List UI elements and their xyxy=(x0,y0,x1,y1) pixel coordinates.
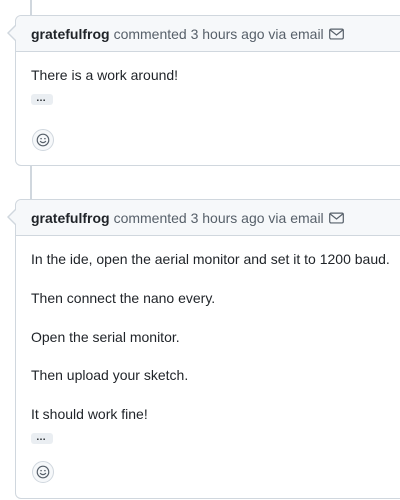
comment-body: There is a work around! … xyxy=(16,52,400,109)
comment-body-line: Then upload your sketch. xyxy=(31,367,189,384)
comment-author[interactable]: gratefulfrog xyxy=(31,26,110,42)
mail-icon xyxy=(328,211,344,224)
smiley-icon xyxy=(36,133,50,147)
comment-meta: commented 3 hours ago via email xyxy=(113,209,324,226)
add-reaction-button[interactable] xyxy=(32,461,54,483)
comment-card: gratefulfrog commented 3 hours ago via e… xyxy=(7,199,400,499)
add-reaction-button[interactable] xyxy=(32,129,54,151)
comment-body-line: It should work fine! xyxy=(31,406,148,423)
comment-body: In the ide, open the aerial monitor and … xyxy=(16,236,400,448)
comment-meta: commented 3 hours ago via email xyxy=(113,25,324,42)
smiley-icon xyxy=(36,465,50,479)
comment-body-line: Open the serial monitor. xyxy=(31,328,180,345)
comment-header: gratefulfrog commented 3 hours ago via e… xyxy=(7,16,400,52)
comment-body-line: In the ide, open the aerial monitor and … xyxy=(31,251,390,267)
timeline-line-middle xyxy=(30,166,32,199)
timeline-line-top xyxy=(30,0,32,15)
comment-card: gratefulfrog commented 3 hours ago via e… xyxy=(7,15,400,166)
ellipsis-button[interactable]: … xyxy=(31,431,53,444)
comment-body-line: There is a work around! xyxy=(31,67,179,83)
comment-header: gratefulfrog commented 3 hours ago via e… xyxy=(7,200,400,236)
ellipsis-icon: … xyxy=(36,92,46,104)
ellipsis-button[interactable]: … xyxy=(31,92,53,105)
comment-author[interactable]: gratefulfrog xyxy=(31,210,110,226)
ellipsis-icon: … xyxy=(36,431,46,443)
mail-icon xyxy=(328,27,344,40)
comment-body-line: Then connect the nano every. xyxy=(31,289,216,306)
